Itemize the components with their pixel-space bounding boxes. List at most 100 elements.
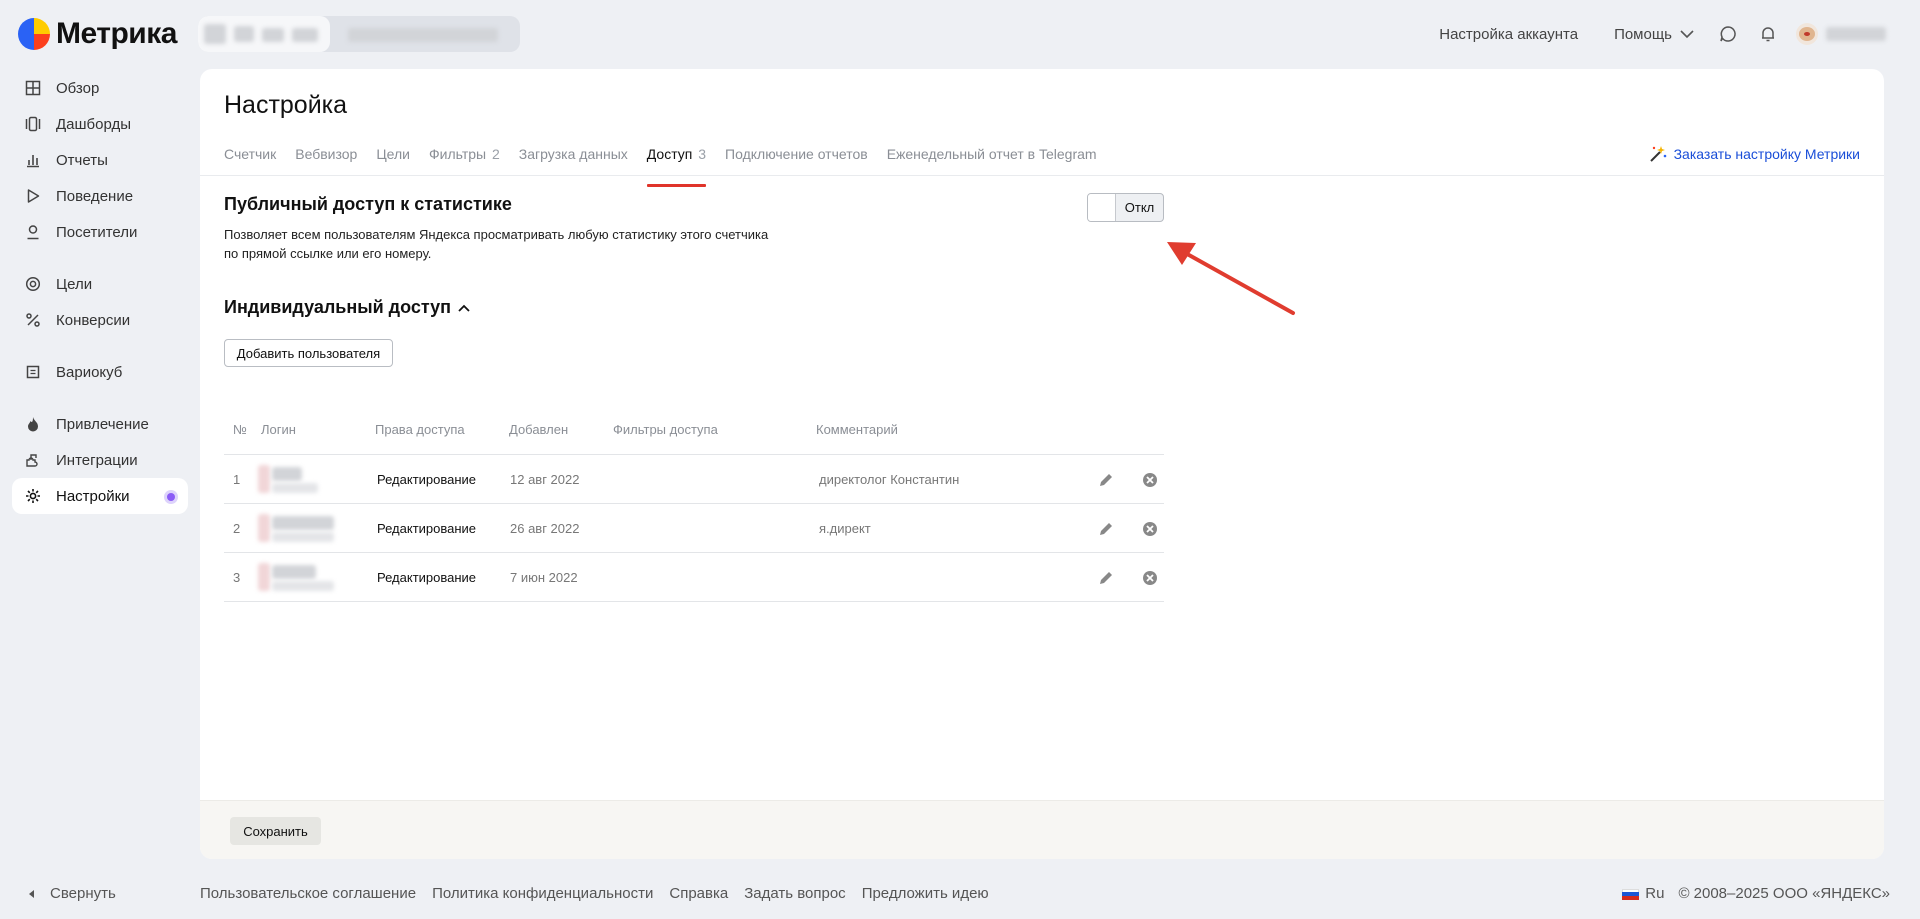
- row-comment: я.директ: [819, 521, 871, 536]
- language-label: Ru: [1645, 885, 1665, 902]
- footer-link-user-agreement[interactable]: Пользовательское соглашение: [200, 885, 416, 902]
- individual-access-header[interactable]: Индивидуальный доступ: [224, 297, 471, 318]
- sidebar-item-integrations[interactable]: Интеграции: [12, 442, 188, 478]
- tab-filters[interactable]: Фильтры 2: [429, 141, 500, 187]
- sidebar-item-label: Настройки: [56, 487, 130, 505]
- help-label: Помощь: [1614, 25, 1672, 43]
- sidebar-item-settings[interactable]: Настройки: [12, 478, 188, 514]
- percent-icon: [24, 311, 42, 329]
- magic-wand-icon: [1649, 146, 1666, 162]
- tab-counter[interactable]: Счетчик: [224, 141, 276, 187]
- save-bar: Сохранить: [200, 800, 1884, 859]
- username-redacted[interactable]: [1822, 24, 1888, 44]
- footer-link-ask[interactable]: Задать вопрос: [744, 885, 845, 902]
- sidebar-item-visitors[interactable]: Посетители: [12, 214, 188, 250]
- public-access-toggle[interactable]: Откл: [1087, 193, 1164, 222]
- login-redacted: [258, 514, 338, 544]
- row-comment: директолог Константин: [819, 472, 960, 487]
- footer-right: Ru © 2008–2025 ООО «ЯНДЕКС»: [1622, 885, 1890, 902]
- flame-icon: [24, 415, 42, 433]
- sidebar-item-label: Посетители: [56, 223, 138, 241]
- counter-name-redacted: [198, 16, 330, 52]
- sidebar-item-label: Обзор: [56, 79, 100, 97]
- user-avatar[interactable]: [1796, 23, 1818, 45]
- settings-tabs: Счетчик Вебвизор Цели Фильтры 2 Загрузка…: [224, 141, 1116, 187]
- counter-selector[interactable]: [198, 16, 520, 52]
- login-redacted: [258, 465, 324, 495]
- sidebar-item-label: Цели: [56, 275, 93, 293]
- toggle-knob: [1088, 194, 1116, 221]
- tab-webvisor[interactable]: Вебвизор: [295, 141, 357, 187]
- sidebar-item-reports[interactable]: Отчеты: [12, 142, 188, 178]
- copyright: © 2008–2025 ООО «ЯНДЕКС»: [1678, 885, 1890, 902]
- counter-id-redacted: [348, 28, 498, 42]
- column-header-filters: Фильтры доступа: [613, 422, 718, 437]
- tab-count: 3: [698, 146, 707, 162]
- added-date: 7 июн 2022: [510, 570, 578, 585]
- pencil-icon[interactable]: [1096, 519, 1116, 539]
- tab-telegram-report[interactable]: Еженедельный отчет в Telegram: [887, 141, 1097, 187]
- footer-link-privacy[interactable]: Политика конфиденциальности: [432, 885, 653, 902]
- pencil-icon[interactable]: [1096, 470, 1116, 490]
- bar-chart-icon: [24, 151, 42, 169]
- cube-icon: [24, 363, 42, 381]
- remove-icon[interactable]: [1140, 519, 1160, 539]
- collapse-sidebar-button[interactable]: Свернуть: [28, 885, 116, 902]
- public-access-title: Публичный доступ к статистике: [224, 194, 512, 214]
- column-header-login: Логин: [261, 422, 296, 437]
- sidebar-item-label: Вариокуб: [56, 363, 123, 381]
- metrika-logo[interactable]: Метрика: [18, 17, 177, 51]
- help-menu[interactable]: Помощь: [1614, 26, 1694, 43]
- row-number: 2: [233, 521, 241, 536]
- person-icon: [24, 223, 42, 241]
- sidebar-item-variocube[interactable]: Вариокуб: [12, 354, 188, 390]
- tab-goals[interactable]: Цели: [376, 141, 410, 187]
- tab-report-connection[interactable]: Подключение отчетов: [725, 141, 868, 187]
- collapse-label: Свернуть: [50, 885, 116, 902]
- sidebar-item-conversions[interactable]: Конверсии: [12, 302, 188, 338]
- sidebar: Обзор Дашборды Отчеты Поведение Посетите…: [12, 70, 188, 514]
- sidebar-item-label: Интеграции: [56, 451, 138, 469]
- gear-icon: [24, 487, 42, 505]
- save-button[interactable]: Сохранить: [230, 817, 321, 845]
- sidebar-item-label: Поведение: [56, 187, 134, 205]
- sidebar-item-overview[interactable]: Обзор: [12, 70, 188, 106]
- sidebar-item-dashboards[interactable]: Дашборды: [12, 106, 188, 142]
- tab-data-upload[interactable]: Загрузка данных: [519, 141, 628, 187]
- access-rights: Редактирование: [377, 521, 477, 536]
- footer-link-help[interactable]: Справка: [669, 885, 728, 902]
- tab-count: 2: [491, 146, 500, 162]
- tab-access[interactable]: Доступ 3: [646, 141, 707, 187]
- chat-icon[interactable]: [1716, 22, 1740, 46]
- page-title: Настройка: [224, 91, 348, 119]
- sidebar-item-behavior[interactable]: Поведение: [12, 178, 188, 214]
- play-icon: [24, 187, 42, 205]
- pencil-icon[interactable]: [1096, 568, 1116, 588]
- target-icon: [24, 275, 42, 293]
- add-user-button[interactable]: Добавить пользователя: [224, 339, 393, 367]
- metrika-logo-icon: [18, 18, 50, 50]
- order-setup-link[interactable]: Заказать настройку Метрики: [1648, 141, 1860, 167]
- login-redacted: [258, 563, 338, 593]
- language-switcher[interactable]: Ru: [1622, 885, 1664, 902]
- column-header-added: Добавлен: [509, 422, 569, 437]
- remove-icon[interactable]: [1140, 568, 1160, 588]
- page-footer: Свернуть Пользовательское соглашение Пол…: [0, 875, 1920, 911]
- access-rights: Редактирование: [377, 570, 477, 585]
- column-header-number: №: [233, 422, 247, 437]
- footer-link-suggest[interactable]: Предложить идею: [862, 885, 989, 902]
- toggle-label: Откл: [1124, 200, 1155, 215]
- settings-card: Настройка Счетчик Вебвизор Цели Фильтры …: [200, 69, 1884, 859]
- added-date: 26 авг 2022: [510, 521, 580, 536]
- sidebar-item-label: Конверсии: [56, 311, 131, 329]
- sidebar-item-label: Дашборды: [56, 115, 131, 133]
- sidebar-item-acquisition[interactable]: Привлечение: [12, 406, 188, 442]
- chevron-up-icon: [458, 304, 470, 312]
- russian-flag-icon: [1622, 888, 1640, 900]
- remove-icon[interactable]: [1140, 470, 1160, 490]
- account-settings-link[interactable]: Настройка аккаунта: [1439, 26, 1578, 43]
- bell-icon[interactable]: [1756, 22, 1780, 46]
- row-number: 1: [233, 472, 241, 487]
- sidebar-item-goals[interactable]: Цели: [12, 266, 188, 302]
- individual-access-title: Индивидуальный доступ: [224, 297, 452, 317]
